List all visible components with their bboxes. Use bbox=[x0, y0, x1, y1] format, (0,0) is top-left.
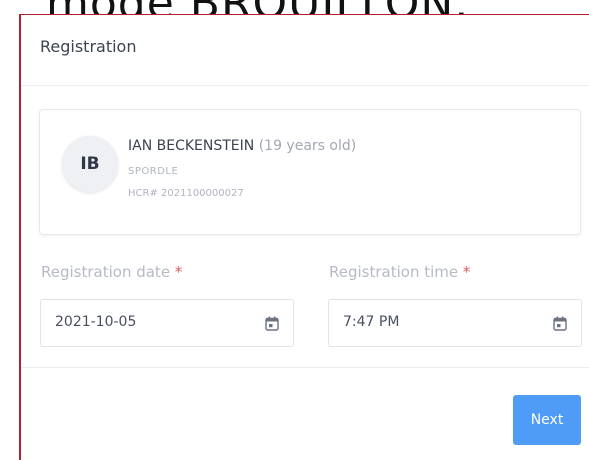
registration-panel: Registration IB IAN BECKENSTEIN (19 year… bbox=[19, 14, 589, 460]
member-age: (19 years old) bbox=[258, 138, 357, 154]
header-divider bbox=[21, 85, 589, 86]
required-marker: * bbox=[462, 263, 471, 281]
registration-time-label-text: Registration time bbox=[329, 263, 459, 281]
member-name: IAN BECKENSTEIN (19 years old) bbox=[128, 138, 356, 154]
registration-date-value: 2021-10-05 bbox=[55, 314, 137, 330]
calendar-icon[interactable] bbox=[265, 316, 279, 331]
member-name-text: IAN BECKENSTEIN bbox=[128, 138, 255, 154]
calendar-icon[interactable] bbox=[553, 316, 567, 331]
avatar: IB bbox=[62, 136, 118, 192]
registration-date-field[interactable]: 2021-10-05 bbox=[40, 299, 294, 347]
member-card: IB IAN BECKENSTEIN (19 years old) SPORDL… bbox=[39, 109, 581, 235]
footer-divider bbox=[21, 367, 589, 368]
next-button[interactable]: Next bbox=[513, 395, 581, 445]
member-organization: SPORDLE bbox=[128, 166, 179, 177]
required-marker: * bbox=[174, 263, 183, 281]
registration-date-label-text: Registration date bbox=[41, 263, 171, 281]
registration-time-value: 7:47 PM bbox=[343, 314, 400, 330]
registration-date-label: Registration date * bbox=[41, 263, 182, 281]
member-hcr-number: HCR# 2021100000027 bbox=[128, 188, 244, 199]
registration-time-label: Registration time * bbox=[329, 263, 470, 281]
registration-time-field[interactable]: 7:47 PM bbox=[328, 299, 582, 347]
panel-title: Registration bbox=[40, 37, 137, 56]
